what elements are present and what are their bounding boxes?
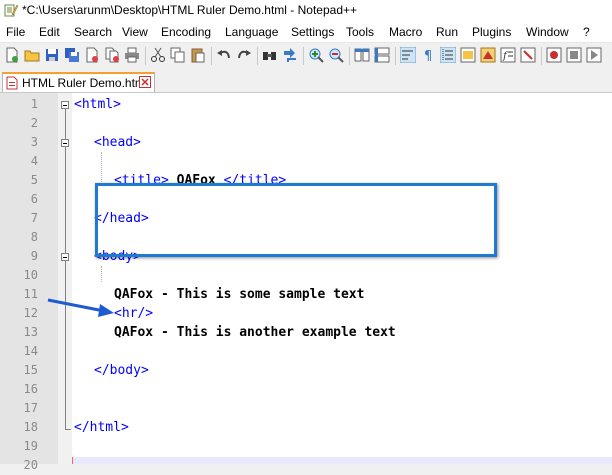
doc-map-icon[interactable] — [480, 47, 496, 63]
line-number: 9 — [30, 249, 38, 263]
toolbar-separator — [303, 47, 304, 65]
current-line-highlight — [72, 457, 612, 464]
toolbar-separator — [257, 47, 258, 65]
code-line-3: <head> — [94, 135, 141, 150]
menu-plugins[interactable]: Plugins — [472, 25, 511, 39]
line-number: 16 — [23, 382, 38, 396]
print-icon[interactable] — [124, 47, 140, 63]
close-icon[interactable] — [84, 47, 100, 63]
annotation-highlight-box — [95, 183, 497, 257]
menu-tools[interactable]: Tools — [346, 25, 374, 39]
code-line-18: </html> — [74, 420, 129, 435]
notepadpp-app-icon — [4, 4, 18, 17]
code-line-12: <hr/> — [114, 306, 154, 321]
tab-bar: HTML Ruler Demo.html — [0, 68, 612, 93]
menu-file[interactable]: File — [6, 25, 25, 39]
line-number-margin: 1 2 3 4 5 6 7 8 9 10 11 12 13 14 15 16 1… — [0, 93, 58, 472]
menu-search[interactable]: Search — [74, 25, 112, 39]
line-number: 13 — [23, 325, 38, 339]
window-title: *C:\Users\arunm\Desktop\HTML Ruler Demo.… — [22, 3, 358, 17]
fold-end — [65, 429, 71, 430]
tab-html-ruler-demo[interactable]: HTML Ruler Demo.html — [2, 72, 155, 92]
word-wrap-icon[interactable] — [400, 47, 416, 63]
undo-icon[interactable] — [216, 47, 232, 63]
macro-stop-icon[interactable] — [566, 47, 582, 63]
line-number: 7 — [30, 211, 38, 225]
caret — [72, 457, 73, 464]
macro-play-icon[interactable] — [586, 47, 602, 63]
menu-macro[interactable]: Macro — [389, 25, 422, 39]
annotation-arrow-icon — [47, 298, 114, 317]
toolbar: ¶ f — [0, 42, 612, 69]
menu-window[interactable]: Window — [526, 25, 569, 39]
line-number: 15 — [23, 363, 38, 377]
line-number: 14 — [23, 344, 38, 358]
line-number: 6 — [30, 192, 38, 206]
fold-toggle-html[interactable] — [61, 101, 69, 109]
toolbar-separator — [395, 47, 396, 65]
menu-bar: File Edit Search View Encoding Language … — [0, 22, 612, 42]
indent-guide — [101, 152, 102, 186]
line-number: 20 — [23, 458, 38, 472]
toolbar-separator — [349, 47, 350, 65]
menu-run[interactable]: Run — [436, 25, 458, 39]
line-number: 19 — [23, 439, 38, 453]
code-line-1: <html> — [74, 97, 121, 112]
unsaved-file-icon — [6, 76, 18, 90]
line-number: 10 — [23, 268, 38, 282]
indent-guide-icon[interactable] — [440, 47, 456, 63]
toolbar-separator — [541, 47, 542, 65]
menu-edit[interactable]: Edit — [39, 25, 60, 39]
line-number: 8 — [30, 230, 38, 244]
save-icon[interactable] — [44, 47, 60, 63]
line-number: 4 — [30, 154, 38, 168]
show-all-characters-icon[interactable]: ¶ — [420, 47, 436, 63]
zoom-out-icon[interactable] — [328, 47, 344, 63]
copy-icon[interactable] — [170, 47, 186, 63]
line-number: 2 — [30, 116, 38, 130]
save-all-icon[interactable] — [64, 47, 80, 63]
sync-vertical-icon[interactable] — [354, 47, 370, 63]
fold-toggle-body[interactable] — [61, 253, 69, 261]
menu-help[interactable]: ? — [583, 25, 590, 39]
code-line-15: </body> — [94, 363, 149, 378]
title-bar: *C:\Users\arunm\Desktop\HTML Ruler Demo.… — [0, 0, 612, 23]
indent-guide — [101, 266, 102, 282]
line-number: 18 — [23, 420, 38, 434]
line-number: 17 — [23, 401, 38, 415]
new-file-icon[interactable] — [4, 47, 20, 63]
find-icon[interactable] — [262, 47, 278, 63]
line-number: 11 — [23, 287, 38, 301]
sync-horizontal-icon[interactable] — [374, 47, 390, 63]
fold-toggle-head[interactable] — [61, 139, 69, 147]
tab-label: HTML Ruler Demo.html — [22, 76, 148, 90]
code-line-13: QAFox - This is another example text — [114, 325, 396, 340]
redo-icon[interactable] — [236, 47, 252, 63]
editor[interactable]: 1 2 3 4 5 6 7 8 9 10 11 12 13 14 15 16 1… — [0, 93, 612, 472]
menu-language[interactable]: Language — [225, 25, 278, 39]
function-list-icon[interactable]: f — [500, 47, 516, 63]
folder-as-workspace-icon[interactable] — [520, 47, 536, 63]
fold-line — [65, 109, 66, 429]
cut-icon[interactable] — [150, 47, 166, 63]
toolbar-separator — [211, 47, 212, 65]
menu-settings[interactable]: Settings — [291, 25, 334, 39]
paste-icon[interactable] — [190, 47, 206, 63]
close-all-icon[interactable] — [104, 47, 120, 63]
menu-view[interactable]: View — [122, 25, 148, 39]
line-number: 3 — [30, 135, 38, 149]
menu-encoding[interactable]: Encoding — [161, 25, 211, 39]
zoom-in-icon[interactable] — [308, 47, 324, 63]
line-number: 12 — [23, 306, 38, 320]
close-tab-icon[interactable] — [139, 76, 151, 88]
user-defined-language-icon[interactable] — [460, 47, 476, 63]
toolbar-separator — [145, 47, 146, 65]
line-number: 1 — [30, 97, 38, 111]
code-line-11: QAFox - This is some sample text — [114, 287, 365, 302]
macro-record-icon[interactable] — [546, 47, 562, 63]
open-file-icon[interactable] — [24, 47, 40, 63]
svg-text:¶: ¶ — [424, 49, 432, 63]
replace-icon[interactable] — [282, 47, 298, 63]
line-number: 5 — [30, 173, 38, 187]
